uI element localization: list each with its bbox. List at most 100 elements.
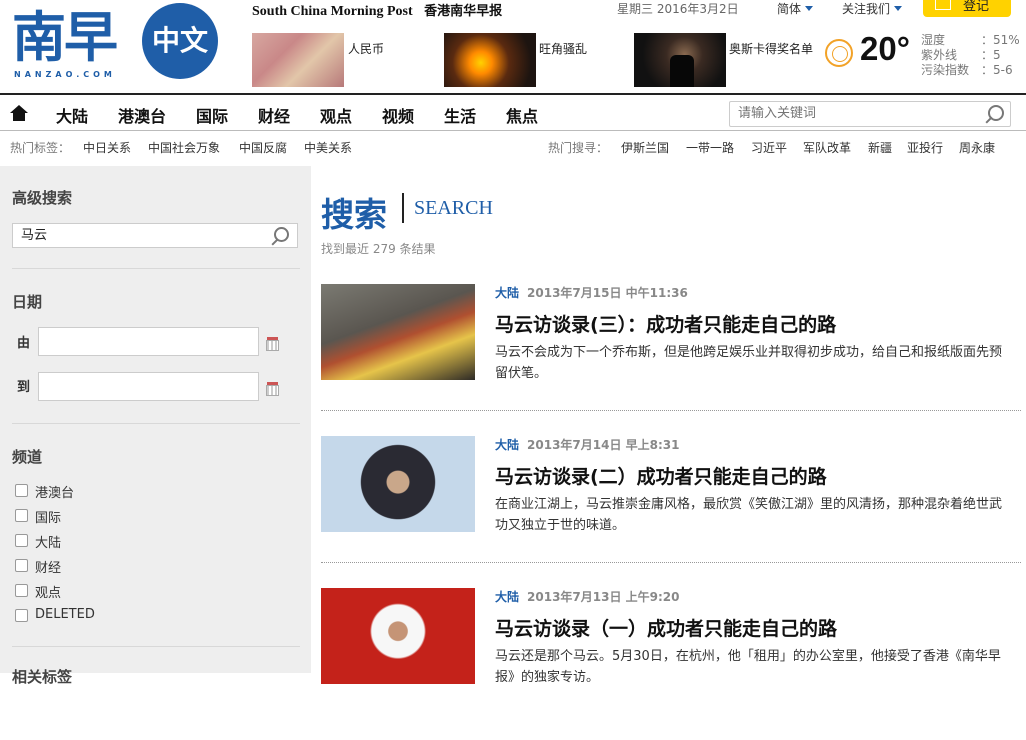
site-logo[interactable]: 南早 NANZAO.COM 中文: [12, 2, 222, 82]
login-label: 登记: [963, 0, 990, 14]
humidity-value: ：51%: [981, 33, 1020, 47]
search-input[interactable]: [738, 106, 978, 121]
to-date-field[interactable]: [38, 372, 259, 401]
sun-icon: [825, 39, 853, 67]
calendar-icon[interactable]: [266, 337, 279, 351]
nav-item-mainland[interactable]: 大陆: [56, 103, 88, 127]
search-icon[interactable]: [988, 105, 1004, 121]
search-sidebar: 高级搜索 马云 日期 由 到 频道 港澳台 国际 大陆 财经 观点 DELETE…: [0, 166, 311, 686]
scmp-chinese: 香港南华早报: [424, 4, 503, 19]
keyword-field[interactable]: 马云: [12, 223, 298, 248]
uv-value: ：5: [981, 48, 1001, 62]
hot-tags-label: 热门标签：: [10, 141, 71, 155]
channel-label: 大陆: [35, 536, 62, 551]
nav-item-life[interactable]: 生活: [444, 103, 476, 127]
hot-search-link[interactable]: 周永康: [959, 139, 995, 156]
result-date: 2013年7月13日 上午9:20: [527, 590, 680, 604]
channel-link[interactable]: 大陆: [495, 590, 519, 604]
result-title[interactable]: 马云访谈录(三）：成功者只能走自己的路: [495, 310, 836, 337]
thumb-image-mongkok[interactable]: [444, 33, 536, 87]
hot-search-link[interactable]: 军队改革: [803, 139, 851, 156]
nav-item-international[interactable]: 国际: [196, 103, 228, 127]
title-divider: [402, 193, 404, 223]
hot-tag-link[interactable]: 中国反腐: [239, 139, 287, 156]
from-date-field[interactable]: [38, 327, 259, 356]
result-summary: 马云还是那个马云。5月30日，在杭州，他「租用」的办公室里，他接受了香港《南华早…: [495, 649, 1001, 685]
result-meta: 大陆 2013年7月14日 早上8:31: [495, 436, 680, 453]
channel-link[interactable]: 大陆: [495, 438, 519, 452]
nav-search: [729, 101, 1011, 127]
result-image[interactable]: [321, 284, 475, 380]
hot-tag-link[interactable]: 中美关系: [304, 139, 352, 156]
divider: [12, 423, 300, 424]
scmp-masthead[interactable]: South China Morning Post 香港南华早报: [252, 0, 502, 20]
date-title: 日期: [12, 293, 43, 311]
main-nav: 大陆 港澳台 国际 财经 观点 视频 生活 焦点: [0, 93, 1026, 131]
login-button[interactable]: 登记: [923, 0, 1011, 17]
uv-label: 紫外线: [921, 48, 958, 62]
page-subtitle: SEARCH: [414, 197, 493, 219]
checkbox[interactable]: [15, 484, 28, 497]
result-title[interactable]: 马云访谈录（一）成功者只能走自己的路: [495, 614, 837, 641]
channel-title: 频道: [12, 448, 43, 466]
result-title[interactable]: 马云访谈录(二）成功者只能走自己的路: [495, 462, 827, 489]
result-image[interactable]: [321, 436, 475, 532]
home-icon[interactable]: [10, 105, 28, 121]
calendar-icon[interactable]: [266, 382, 279, 396]
language-select[interactable]: 简体: [777, 0, 814, 17]
result-date: 2013年7月15日 中午11:36: [527, 286, 688, 300]
thumb-image-rmb[interactable]: [252, 33, 344, 87]
channel-label: 港澳台: [35, 486, 75, 501]
to-label: 到: [17, 380, 31, 395]
advanced-search-title: 高级搜索: [12, 189, 73, 207]
result-item: 大陆 2013年7月15日 中午11:36 马云访谈录(三）：成功者只能走自己的路…: [321, 284, 1021, 436]
nav-item-finance[interactable]: 财经: [258, 103, 290, 127]
channel-label: DELETED: [35, 607, 95, 622]
thumb-label-rmb[interactable]: 人民币: [348, 40, 384, 57]
humidity-label: 湿度: [921, 33, 946, 47]
hot-search-link[interactable]: 伊斯兰国: [621, 139, 669, 156]
nav-item-video[interactable]: 视频: [382, 103, 414, 127]
checkbox[interactable]: [15, 509, 28, 522]
hot-search-link[interactable]: 一带一路: [686, 139, 734, 156]
checkbox[interactable]: [15, 534, 28, 547]
related-tags-title: 相关标签: [12, 668, 73, 686]
current-date: 星期三 2016年3月2日: [617, 2, 739, 16]
chevron-down-icon: [805, 6, 814, 11]
site-header: 南早 NANZAO.COM 中文 South China Morning Pos…: [0, 0, 1026, 93]
divider: [12, 646, 300, 647]
result-item: 大陆 2013年7月14日 早上8:31 马云访谈录(二）成功者只能走自己的路 在…: [321, 436, 1021, 588]
mail-icon: [935, 0, 951, 10]
result-summary: 在商业江湖上，马云推崇金庸风格，最欣赏《笑傲江湖》里的风清扬，那种混杂着绝世武功…: [495, 497, 1003, 533]
search-icon[interactable]: [274, 227, 289, 242]
hot-search-link[interactable]: 亚投行: [907, 139, 943, 156]
result-date: 2013年7月14日 早上8:31: [527, 438, 680, 452]
result-image[interactable]: [321, 588, 475, 684]
chevron-down-icon: [894, 6, 903, 11]
divider: [12, 268, 300, 269]
search-results: 搜索 SEARCH 找到最近 279 条结果 大陆 2013年7月15日 中午11…: [321, 166, 1021, 685]
language-label: 简体: [777, 2, 802, 16]
hot-search-link[interactable]: 新疆: [868, 139, 892, 156]
checkbox[interactable]: [15, 584, 28, 597]
channel-label: 财经: [35, 561, 62, 576]
follow-us-menu[interactable]: 关注我们: [842, 0, 903, 17]
hot-tag-link[interactable]: 中国社会万象: [148, 139, 220, 156]
nav-item-focus[interactable]: 焦点: [506, 103, 538, 127]
thumb-label-mongkok[interactable]: 旺角骚乱: [539, 40, 587, 57]
thumb-label-oscars[interactable]: 奥斯卡得奖名单: [729, 40, 813, 57]
hot-search-link[interactable]: 习近平: [751, 139, 787, 156]
from-label: 由: [17, 336, 31, 351]
nav-item-hk-macau-taiwan[interactable]: 港澳台: [118, 103, 166, 127]
weather-details: 湿度 ：51% 紫外线 ：5 污染指数 ：5-6: [921, 33, 1026, 78]
checkbox[interactable]: [15, 559, 28, 572]
checkbox[interactable]: [15, 609, 28, 622]
channel-label: 国际: [35, 511, 62, 526]
nav-item-opinion[interactable]: 观点: [320, 103, 352, 127]
pollution-label: 污染指数: [921, 63, 970, 77]
thumb-image-oscars[interactable]: [634, 33, 726, 87]
result-meta: 大陆 2013年7月15日 中午11:36: [495, 284, 688, 301]
channel-link[interactable]: 大陆: [495, 286, 519, 300]
hot-tag-link[interactable]: 中日关系: [83, 139, 131, 156]
result-count: 找到最近 279 条结果: [321, 242, 436, 256]
